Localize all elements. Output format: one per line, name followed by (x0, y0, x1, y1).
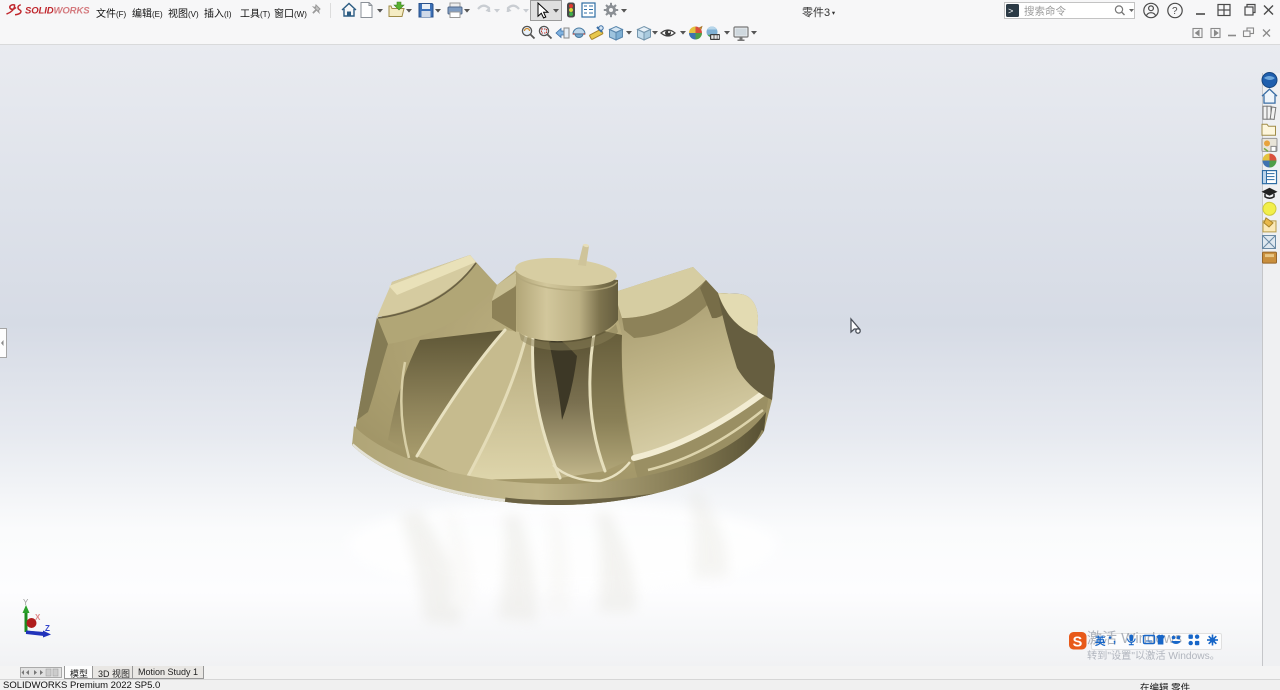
svg-text:X: X (35, 613, 41, 622)
svg-text:Z: Z (45, 624, 50, 633)
svg-text:S: S (1073, 634, 1083, 650)
svg-text:英: 英 (1094, 635, 1106, 648)
svg-text:,: , (1113, 634, 1116, 646)
